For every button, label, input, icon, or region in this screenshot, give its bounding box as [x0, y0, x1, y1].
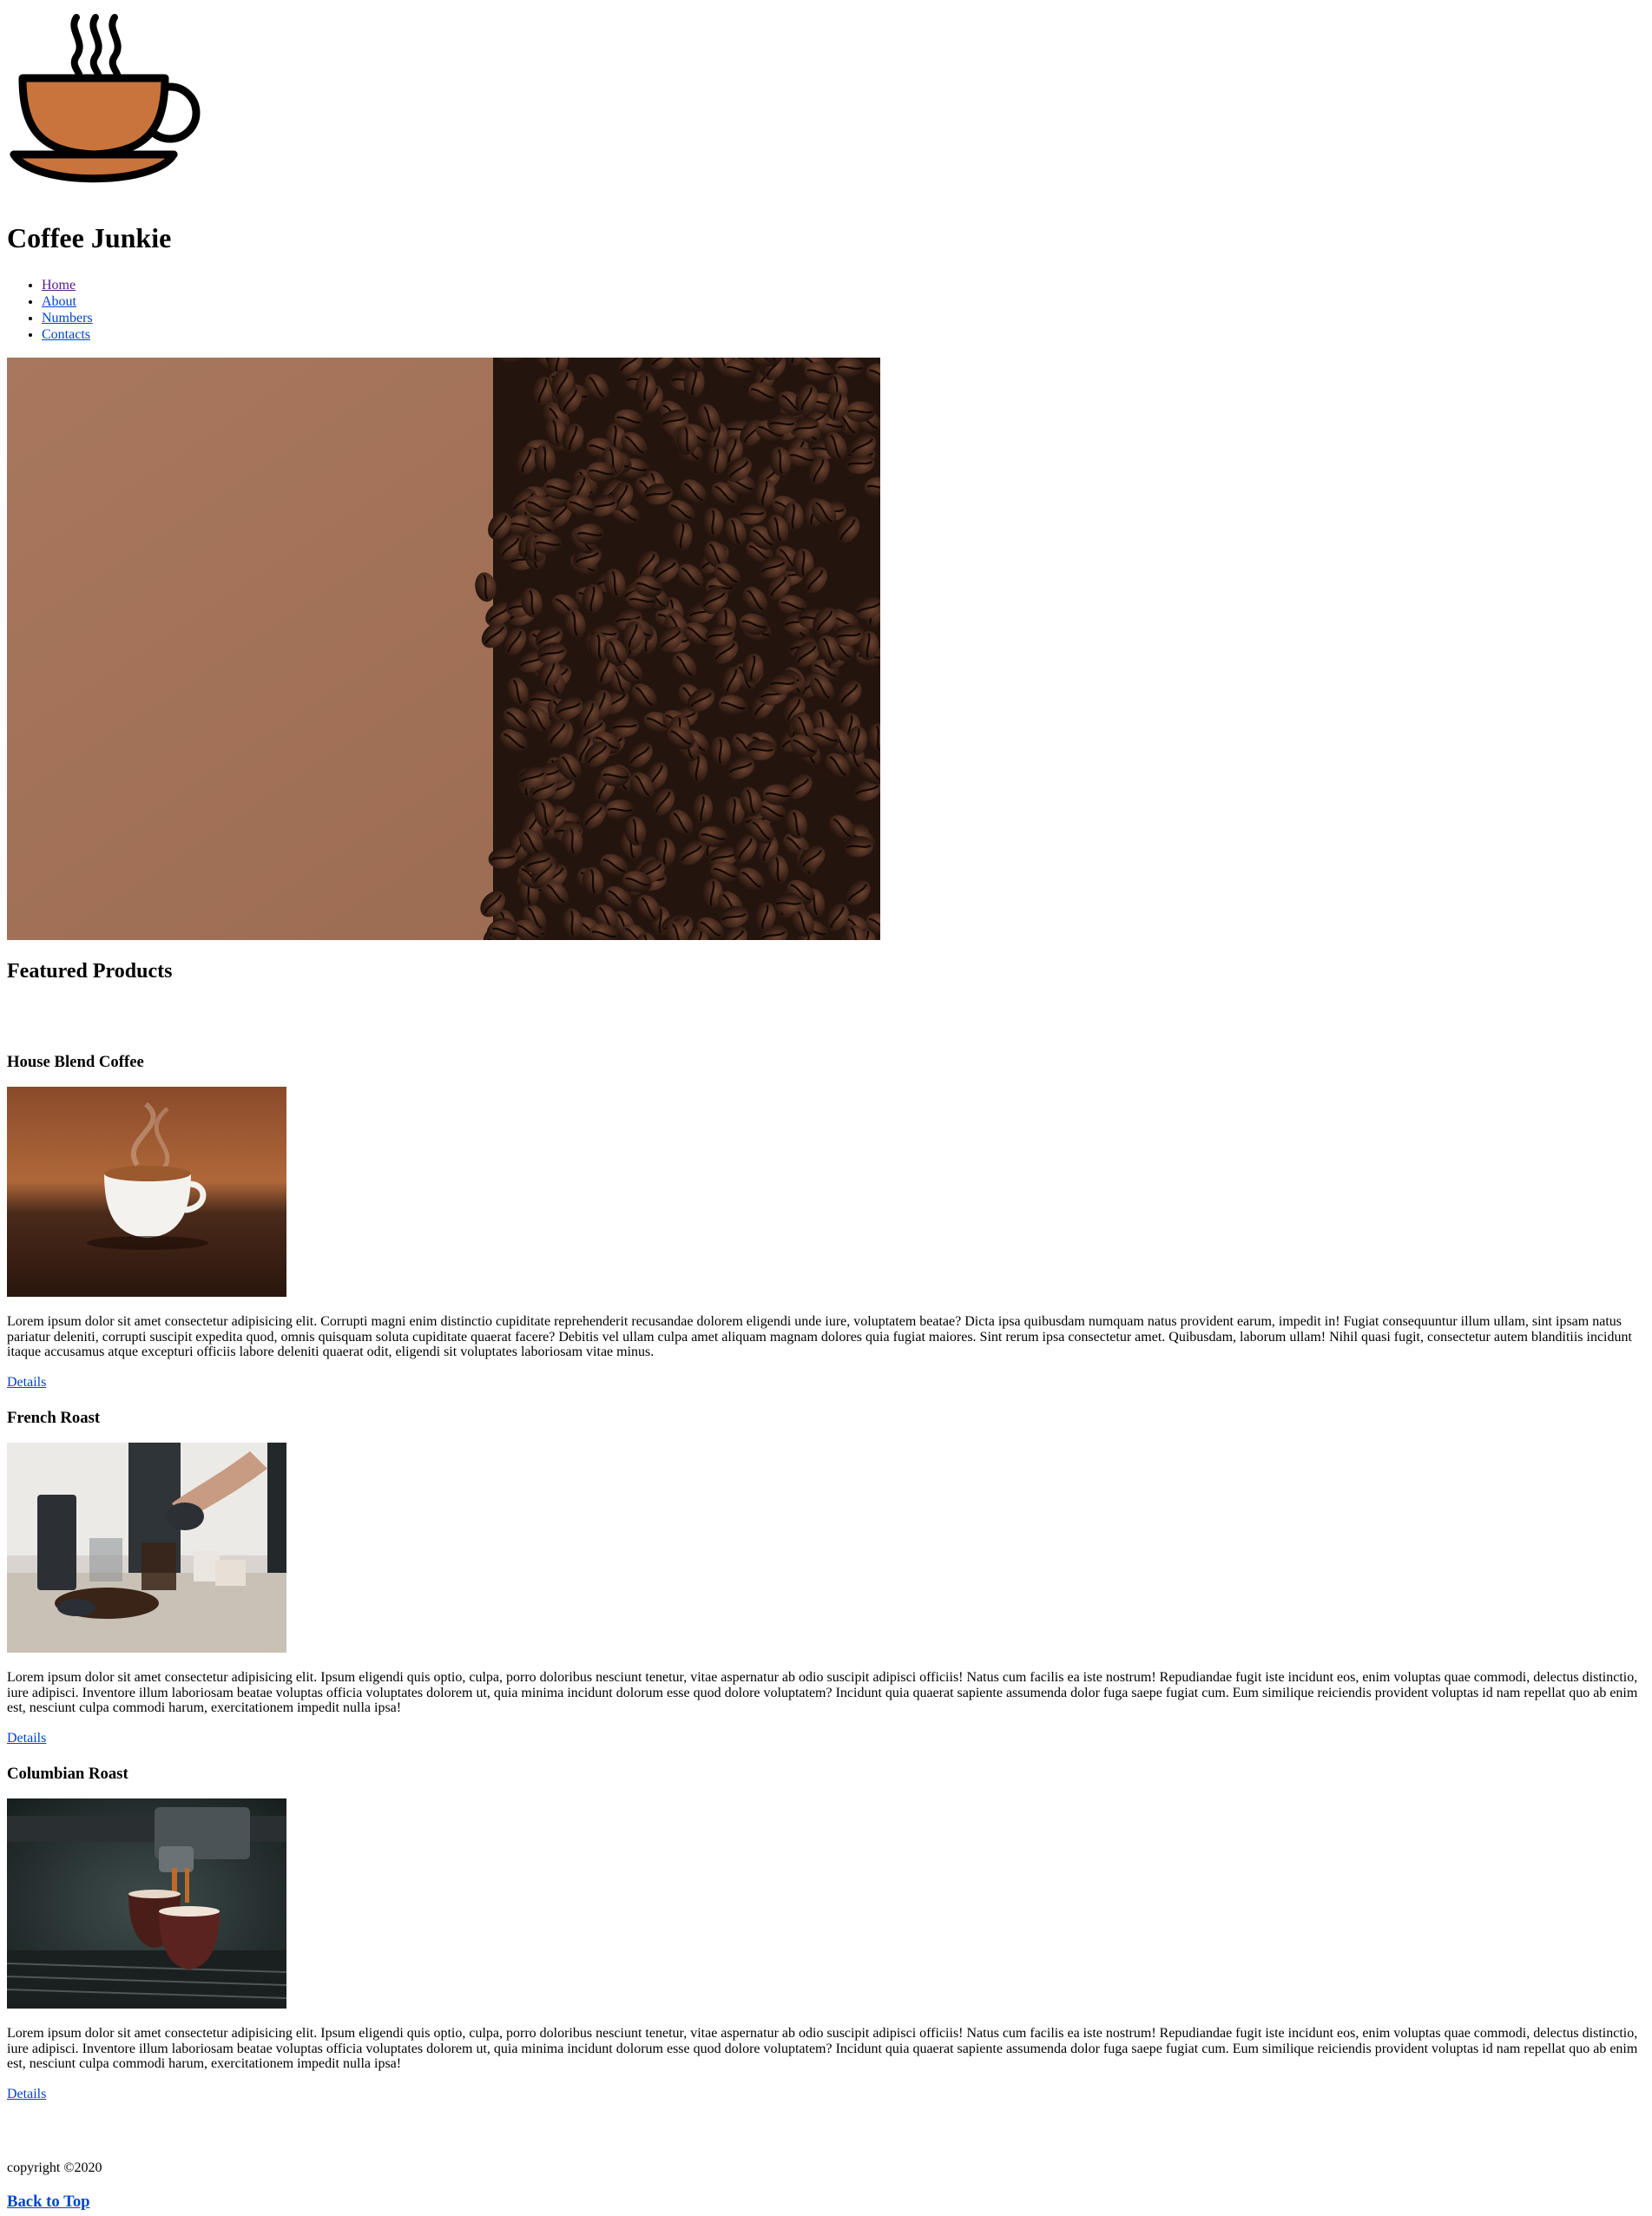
product-description: Lorem ipsum dolor sit amet consectetur a…: [7, 1314, 1632, 1359]
nav-link-numbers[interactable]: Numbers: [42, 311, 93, 325]
product-image: [7, 1798, 286, 2009]
nav-item-numbers: Numbers: [42, 310, 93, 326]
product-description: Lorem ipsum dolor sit amet consectetur a…: [7, 2026, 1638, 2071]
product-details-link[interactable]: Details: [7, 2087, 46, 2102]
product-title: French Roast: [7, 1409, 101, 1427]
product-image: [7, 1443, 286, 1653]
product-details-link[interactable]: Details: [7, 1731, 46, 1746]
featured-heading: Featured Products: [7, 960, 173, 983]
product-title: Columbian Roast: [7, 1765, 128, 1783]
back-to-top-link[interactable]: Back to Top: [7, 2193, 90, 2212]
nav-item-contacts: Contacts: [42, 326, 93, 343]
nav-link-contacts[interactable]: Contacts: [42, 327, 90, 342]
product-description: Lorem ipsum dolor sit amet consectetur a…: [7, 1670, 1638, 1715]
coffee-cup-icon: [7, 9, 203, 187]
nav-link-home[interactable]: Home: [42, 278, 76, 293]
nav-link-about[interactable]: About: [42, 294, 76, 309]
nav-item-about: About: [42, 293, 93, 310]
site-title: Coffee Junkie: [7, 222, 172, 253]
product-image: [7, 1087, 286, 1297]
hero-image: [7, 358, 880, 940]
copyright-text: copyright ©2020: [7, 2160, 102, 2175]
product-title: House Blend Coffee: [7, 1053, 144, 1071]
product-details-link[interactable]: Details: [7, 1375, 46, 1391]
main-nav: Home About Numbers Contacts: [7, 277, 93, 343]
nav-item-home: Home: [42, 277, 93, 293]
